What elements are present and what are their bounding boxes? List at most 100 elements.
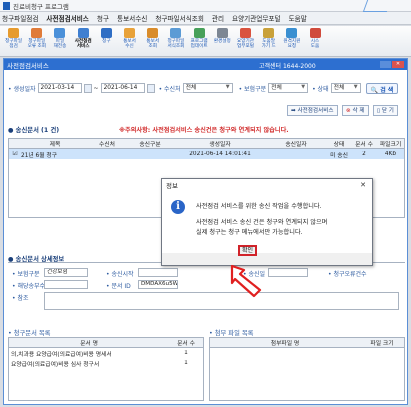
detail-docno-value — [44, 280, 88, 289]
date-to-input[interactable]: 2021-06-14 — [100, 83, 145, 93]
col-send-type[interactable]: 송신구분 — [125, 139, 175, 148]
toolbar-button-help[interactable]: 도움말 가기 드 — [257, 26, 280, 57]
row-checkbox[interactable]: ☑ — [9, 151, 21, 157]
calendar-icon[interactable] — [83, 83, 92, 93]
claim-docs-title: • 청구문서 목록 — [8, 330, 51, 337]
table-row[interactable]: ☑ 21년 6월 청구 2021-06-14 14:01:41 미 송신 2 4… — [9, 149, 404, 159]
row-doc-count: 2 — [362, 151, 366, 157]
doc-name: 요양급여(의료급여)비용 심사 청구서 — [11, 361, 100, 368]
col-sent[interactable]: 송신일자 — [265, 139, 327, 148]
doc-count: 1 — [184, 350, 188, 356]
toolbar-button-form-view[interactable]: 청구파일 서식조회 — [164, 26, 187, 57]
detail-insurance-label: • 보험구분 — [12, 271, 40, 278]
toolbar-button-receive[interactable]: 통보서 수신 — [118, 26, 141, 57]
precheck-icon — [77, 28, 89, 38]
doc-name: 의,치과용 요양급여(의료급여)비용 명세서 — [11, 351, 112, 358]
delete-label: 삭 제 — [352, 108, 365, 114]
update-icon — [193, 28, 205, 38]
col-attach-name[interactable]: 첨부파일 명 — [210, 338, 360, 347]
menu-item-file-check[interactable]: 청구파일점검 — [2, 13, 38, 23]
insurance-label: • 보험구분 — [238, 85, 267, 93]
delete-icon: ⊗ — [346, 108, 351, 114]
app-title: 진료비청구 프로그램 — [13, 2, 69, 11]
action-button-row: ➡ 사전점검서비스 ⊗ 삭 제 ▯ 닫 기 — [4, 105, 407, 117]
col-attach-size[interactable]: 파일 크기 — [360, 338, 404, 347]
col-created[interactable]: 생성일자 — [175, 139, 265, 148]
toolbar-label: 원격지원 요청 — [283, 39, 301, 49]
minimize-button[interactable] — [380, 61, 391, 68]
col-status[interactable]: 상태 — [327, 139, 351, 148]
toolbar: 청구파일 점검 청구파일 오류 조회 파일 재전송 사전점검 서비스 청구 통보서 수신 통… — [0, 26, 411, 57]
remote-icon — [286, 28, 298, 38]
delete-button[interactable]: ⊗ 삭 제 — [342, 105, 369, 116]
detail-insurance-value: 건강보험 — [44, 268, 88, 277]
dialog-title: 정보 — [166, 182, 178, 190]
app-titlebar: 진료비청구 프로그램 — [0, 0, 411, 12]
toolbar-button-portal[interactable]: 요양기관 업무포털 — [234, 26, 257, 57]
toolbar-button-update[interactable]: 프로그램 업데이트 — [188, 26, 211, 57]
status-select[interactable]: 전체 ▼ — [330, 83, 361, 93]
precheck-service-label: 사전점검서비스 — [297, 108, 334, 114]
date-from-input[interactable]: 2021-03-14 — [37, 83, 82, 93]
detail-ref-label: • 참조 — [12, 295, 29, 302]
close-button[interactable]: ▯ 닫 기 — [373, 105, 398, 116]
window-corner-decoration — [362, 0, 392, 12]
menu-item-precheck[interactable]: 사전점검서비스 — [46, 13, 88, 23]
col-doc-count[interactable]: 문서 수 — [351, 139, 377, 148]
chevron-down-icon: ▼ — [353, 84, 358, 90]
menu-item-help[interactable]: 도움말 — [289, 13, 307, 23]
toolbar-button-system-help[interactable]: 시스 도움 — [303, 26, 326, 57]
toolbar-button-precheck[interactable]: 사전점검 서비스 — [72, 26, 95, 57]
receiver-select[interactable]: 전체 ▼ — [182, 83, 233, 93]
close-icon[interactable]: ✕ — [360, 181, 366, 189]
menu-item-form-view[interactable]: 청구파일서식조회 — [155, 13, 204, 23]
ok-button[interactable]: 확인 — [238, 245, 257, 256]
detail-docno-label: • 해당송부수 — [12, 283, 46, 290]
row-created: 2021-06-14 14:01:41 — [189, 151, 251, 157]
window-close-button[interactable]: ✕ — [392, 61, 404, 68]
toolbar-button-notice-view[interactable]: 통보서 조회 — [141, 26, 164, 57]
menu-item-portal[interactable]: 요양기관업무포털 — [232, 13, 281, 23]
toolbar-button-remote[interactable]: 원격지원 요청 — [280, 26, 303, 57]
menu-bar: 청구파일점검 사전점검서비스 청구 통보서수신 청구파일서식조회 관리 요양기관… — [0, 12, 411, 25]
menu-item-claim[interactable]: 청구 — [97, 13, 109, 23]
send-icon: ➡ — [291, 108, 296, 114]
toolbar-button-claim[interactable]: 청구 — [95, 26, 118, 57]
col-doc-name[interactable]: 문서 명 — [9, 338, 169, 347]
col-doc-count[interactable]: 문서 수 — [169, 338, 203, 347]
col-receiver[interactable]: 수신처 — [89, 139, 125, 148]
pointer-arrow-icon — [230, 264, 262, 298]
toolbar-button-resend[interactable]: 파일 재전송 — [48, 26, 71, 57]
search-button[interactable]: 🔍 검 색 — [365, 82, 399, 94]
window-titlebar: 사전점검서비스 고객센터 1644-2000 ✕ — [4, 59, 407, 70]
toolbar-button-check-file[interactable]: 청구파일 점검 — [2, 26, 25, 57]
detail-panel: • 보험구분 건강보험 • 송신시작 • 송신일 • 청구오류건수 • 해당송부… — [8, 262, 405, 320]
col-title[interactable]: 제목 — [21, 139, 89, 148]
window-title: 사전점검서비스 — [7, 61, 49, 70]
calendar-icon[interactable] — [146, 83, 155, 93]
toolbar-button-settings[interactable]: 환경설정 — [211, 26, 234, 57]
notice-view-icon — [147, 28, 159, 38]
menu-item-notice-receive[interactable]: 통보서수신 — [117, 13, 147, 23]
list-item[interactable]: 의,치과용 요양급여(의료급여)비용 명세서 1 — [9, 348, 203, 358]
chevron-down-icon: ▼ — [301, 84, 306, 90]
doc-count: 1 — [184, 360, 188, 366]
claim-docs-header: 문서 명 문서 수 — [9, 338, 203, 348]
toolbar-label: 통보서 조회 — [146, 39, 160, 49]
attach-files-table: 첨부파일 명 파일 크기 — [209, 337, 405, 401]
receive-icon — [124, 28, 136, 38]
insurance-value: 전체 — [271, 85, 282, 91]
toolbar-label: 환경설정 — [213, 39, 231, 44]
insurance-select[interactable]: 전체 ▼ — [268, 83, 309, 93]
dialog-message-1: 사전점검 서비스를 위한 송신 작업을 수행합니다. — [196, 203, 322, 210]
toolbar-label: 파일 재전송 — [53, 39, 67, 49]
col-file-size[interactable]: 파일크기 — [377, 139, 404, 148]
system-help-icon — [309, 28, 321, 38]
menu-item-manage[interactable]: 관리 — [212, 13, 224, 23]
toolbar-button-error-search[interactable]: 청구파일 오류 조회 — [25, 26, 48, 57]
precheck-service-button[interactable]: ➡ 사전점검서비스 — [287, 105, 338, 116]
list-item[interactable]: 요양급여(의료급여)비용 심사 청구서 1 — [9, 358, 203, 368]
status-label: • 상태 — [312, 85, 329, 93]
row-title: 21년 6월 청구 — [21, 152, 58, 159]
search-icon: 🔍 — [370, 86, 379, 94]
